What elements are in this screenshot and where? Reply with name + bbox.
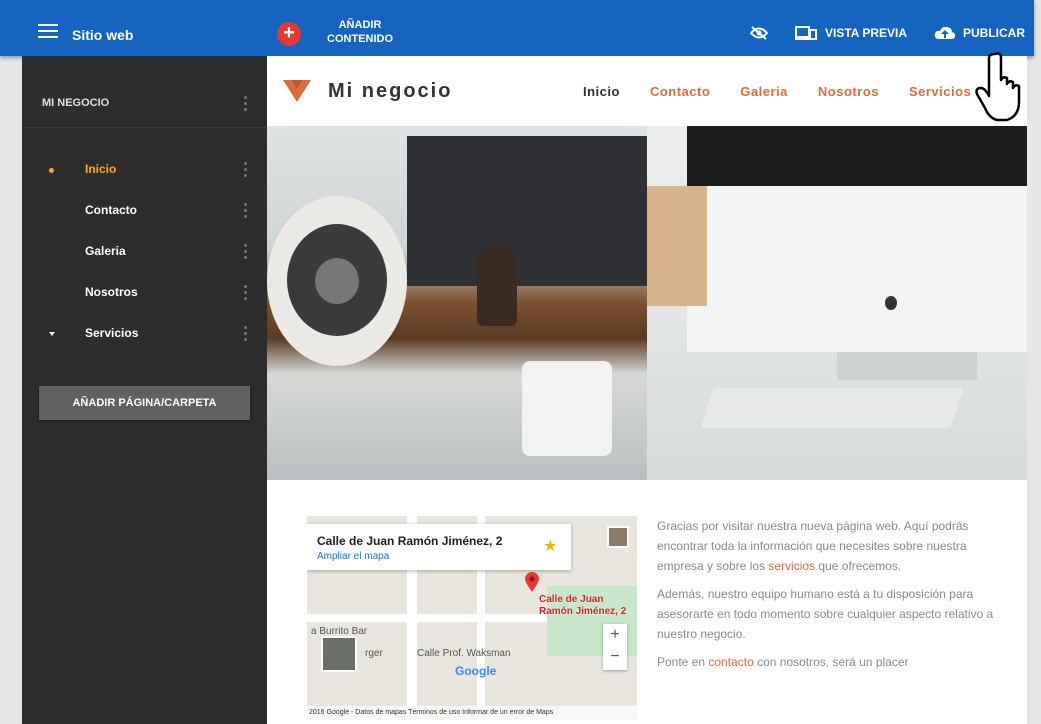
top-toolbar: Sitio web + AÑADIR CONTENIDO VISTA PREVI… bbox=[0, 0, 1034, 56]
publish-label: PUBLICAR bbox=[963, 26, 1025, 40]
contacto-link[interactable]: contacto bbox=[708, 655, 753, 669]
sidebar-section-header: MI NEGOCIO bbox=[22, 56, 267, 128]
sidebar-item-label: Inicio bbox=[85, 162, 117, 176]
intro-text-span: que ofrecemos. bbox=[815, 559, 902, 573]
item-more-icon[interactable] bbox=[244, 285, 248, 301]
site-title: Sitio web bbox=[72, 27, 134, 43]
active-bullet-icon bbox=[49, 168, 54, 173]
sidebar-item-label: Nosotros bbox=[85, 285, 138, 299]
site-nav-contacto[interactable]: Contacto bbox=[650, 84, 710, 99]
sidebar-item-label: Contacto bbox=[85, 203, 137, 217]
enlarge-map-link[interactable]: Ampliar el mapa bbox=[317, 551, 389, 562]
intro-paragraph: Además, nuestro equipo humano está a tu … bbox=[657, 587, 994, 641]
section-more-icon[interactable] bbox=[244, 96, 248, 112]
hamburger-menu-icon[interactable] bbox=[38, 24, 58, 38]
intro-text: Gracias por visitar nuestra nueva página… bbox=[657, 516, 997, 680]
item-more-icon[interactable] bbox=[244, 162, 248, 178]
map-attribution[interactable]: 2016 Google - Datos de mapas Términos de… bbox=[307, 706, 637, 720]
add-content-label[interactable]: AÑADIR CONTENIDO bbox=[320, 18, 400, 46]
site-preview: Mi negocio Inicio Contacto Galeria Nosot… bbox=[267, 56, 1027, 724]
preview-label: VISTA PREVIA bbox=[825, 26, 908, 40]
hero-photo-desk-speaker bbox=[267, 126, 647, 480]
hero-image bbox=[267, 126, 1027, 480]
site-nav-inicio[interactable]: Inicio bbox=[583, 84, 620, 99]
sidebar-item-servicios[interactable]: Servicios bbox=[22, 316, 267, 352]
place-label-line-2: Ramón Jiménez, 2 bbox=[539, 606, 627, 617]
apple-logo-icon bbox=[885, 296, 897, 310]
hand-cursor-icon bbox=[975, 52, 1021, 122]
sidebar-item-contacto[interactable]: Contacto bbox=[22, 193, 267, 229]
site-nav: Inicio Contacto Galeria Nosotros Servici… bbox=[583, 84, 1001, 99]
avatar[interactable] bbox=[607, 526, 629, 548]
cloud-upload-icon bbox=[934, 26, 956, 39]
google-logo: Google bbox=[455, 664, 497, 678]
imac-screen-dark bbox=[687, 126, 1027, 186]
star-icon[interactable]: ★ bbox=[543, 536, 557, 556]
monitor-shape bbox=[407, 136, 647, 286]
site-nav-galeria[interactable]: Galeria bbox=[740, 84, 788, 99]
site-header: Mi negocio Inicio Contacto Galeria Nosot… bbox=[267, 56, 1027, 126]
street-view-thumbnail[interactable] bbox=[321, 636, 357, 672]
hide-eye-icon[interactable] bbox=[750, 26, 768, 40]
map-street-label: rger bbox=[365, 648, 383, 659]
hero-photo-imac bbox=[647, 126, 1027, 480]
intro-paragraph: Gracias por visitar nuestra nueva página… bbox=[657, 516, 997, 576]
item-more-icon[interactable] bbox=[244, 203, 248, 219]
intro-paragraph: Ponte en contacto con nosotros, será un … bbox=[657, 652, 997, 672]
sidebar-item-galeria[interactable]: Galeria bbox=[22, 234, 267, 270]
add-content-button[interactable]: + bbox=[277, 22, 301, 46]
map-pin-icon[interactable] bbox=[525, 572, 539, 592]
zoom-out-button[interactable]: − bbox=[603, 646, 627, 668]
figurine-shape bbox=[477, 246, 517, 326]
intro-text-span: con nosotros, será un placer bbox=[753, 655, 909, 669]
expand-caret-icon[interactable] bbox=[49, 332, 55, 336]
devices-icon bbox=[795, 26, 817, 40]
servicios-link[interactable]: servicios bbox=[768, 559, 815, 573]
keyboard-shape bbox=[700, 388, 964, 428]
site-nav-nosotros[interactable]: Nosotros bbox=[818, 84, 879, 99]
brand-logo-icon bbox=[283, 80, 311, 102]
map-street-label: a Burrito Bar bbox=[311, 626, 368, 637]
site-brand[interactable]: Mi negocio bbox=[328, 80, 452, 103]
sidebar-section-title: MI NEGOCIO bbox=[42, 97, 110, 109]
site-nav-servicios[interactable]: Servicios bbox=[909, 84, 971, 99]
sidebar-item-nosotros[interactable]: Nosotros bbox=[22, 275, 267, 311]
preview-button[interactable]: VISTA PREVIA bbox=[795, 26, 907, 40]
wood-stand bbox=[647, 186, 707, 306]
page-content: Calle de Juan Ramón Jiménez, 2 Ampliar e… bbox=[267, 480, 1027, 724]
publish-button[interactable]: PUBLICAR bbox=[934, 26, 1025, 40]
imac-stand bbox=[837, 352, 977, 380]
map-zoom-control[interactable]: + − bbox=[603, 624, 627, 670]
map-street-label: Calle Prof. Waksman bbox=[417, 648, 511, 659]
sidebar-item-label: Galeria bbox=[85, 244, 126, 258]
map-place-label: Calle de Juan Ramón Jiménez, 2 bbox=[539, 594, 626, 618]
add-page-folder-button[interactable]: AÑADIR PÁGINA/CARPETA bbox=[39, 386, 250, 420]
app-window: Sitio web + AÑADIR CONTENIDO VISTA PREVI… bbox=[0, 0, 1041, 724]
sidebar-item-label: Servicios bbox=[85, 326, 139, 340]
mug-shape bbox=[522, 361, 612, 456]
map-address-title: Calle de Juan Ramón Jiménez, 2 bbox=[317, 534, 503, 548]
place-label-line-1: Calle de Juan bbox=[539, 594, 604, 605]
item-more-icon[interactable] bbox=[244, 326, 248, 342]
sidebar: MI NEGOCIO Inicio Contacto Galeria Nosot… bbox=[22, 56, 267, 724]
zoom-in-button[interactable]: + bbox=[603, 624, 627, 646]
speaker-center bbox=[315, 258, 359, 304]
map-info-card: Calle de Juan Ramón Jiménez, 2 Ampliar e… bbox=[307, 524, 571, 570]
sidebar-item-inicio[interactable]: Inicio bbox=[22, 152, 267, 188]
google-map[interactable]: Calle de Juan Ramón Jiménez, 2 Ampliar e… bbox=[307, 516, 637, 720]
intro-text-span: Ponte en bbox=[657, 655, 709, 669]
item-more-icon[interactable] bbox=[244, 244, 248, 260]
